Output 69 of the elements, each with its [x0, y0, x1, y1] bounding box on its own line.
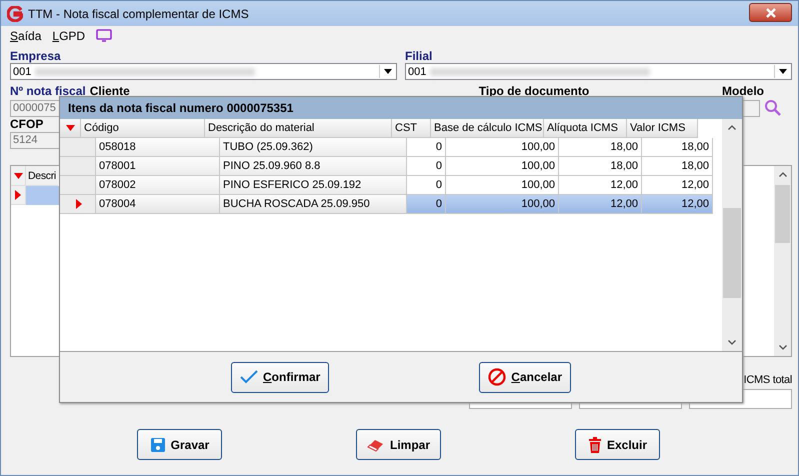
table-cell: 18,00: [642, 138, 713, 157]
sort-indicator-icon: [60, 119, 81, 138]
table-cell: 12,00: [559, 176, 642, 195]
close-button[interactable]: [749, 3, 792, 22]
field-label: Filial: [405, 49, 434, 63]
checkmark-icon: [240, 370, 258, 384]
scroll-down-icon[interactable]: [778, 345, 786, 350]
action-button[interactable]: Gravar: [137, 429, 222, 460]
table-cell: 100,00: [446, 176, 559, 195]
scroll-up-icon[interactable]: [728, 125, 736, 130]
window-title: TTM - Nota fiscal complementar de ICMS: [28, 6, 250, 20]
table-cell: PINO 25.09.960 8.8: [220, 157, 407, 176]
field-label: Empresa: [10, 49, 62, 63]
scroll-up-icon[interactable]: [778, 172, 786, 177]
monitor-icon[interactable]: [96, 29, 112, 43]
field-label: Modelo: [722, 84, 764, 98]
column-header[interactable]: Código: [81, 119, 205, 138]
table-cell: 058018: [96, 138, 220, 157]
table-cell: 0: [407, 195, 446, 214]
table-cell: 0: [407, 138, 446, 157]
field-label: ICMS total: [744, 373, 792, 387]
action-button[interactable]: Limpar: [356, 429, 441, 460]
table-cell: 100,00: [446, 157, 559, 176]
table-cell: 12,00: [642, 176, 713, 195]
column-header[interactable]: Alíquota ICMS: [544, 119, 627, 138]
dialog-title: Itens da nota fiscal numero 0000075351: [60, 97, 742, 119]
dropdown[interactable]: 001: [10, 63, 397, 80]
search-icon[interactable]: [764, 99, 782, 117]
action-button[interactable]: Confirmar: [231, 362, 330, 392]
scrollbar[interactable]: [774, 166, 791, 356]
column-header[interactable]: Valor ICMS: [627, 119, 698, 138]
action-button[interactable]: Excluir: [575, 429, 660, 460]
table-cell: 12,00: [642, 195, 713, 214]
action-button[interactable]: Cancelar: [479, 362, 571, 392]
column-header[interactable]: Base de cálculo ICMS: [431, 119, 544, 138]
prohibited-icon: [488, 368, 506, 386]
column-header[interactable]: Descrição do material: [205, 119, 392, 138]
column-header[interactable]: Descri: [26, 166, 58, 186]
menu-item[interactable]: Saída: [10, 29, 42, 43]
table-cell: 18,00: [559, 138, 642, 157]
field-label: CFOP: [10, 117, 44, 131]
table-cell: 18,00: [559, 157, 642, 176]
table-cell: BUCHA ROSCADA 25.09.950: [220, 195, 407, 214]
scrollbar[interactable]: [722, 119, 742, 351]
table-cell: PINO ESFERICO 25.09.192: [220, 176, 407, 195]
table-cell: 0: [407, 157, 446, 176]
trash-icon: [588, 436, 602, 452]
dropdown-arrow-icon: [774, 65, 790, 78]
table-cell: 078004: [96, 195, 220, 214]
table-cell: 18,00: [642, 157, 713, 176]
field-label: Tipo de documento: [478, 84, 590, 98]
column-header[interactable]: CST: [392, 119, 431, 138]
close-icon[interactable]: [764, 8, 778, 18]
table-cell: 100,00: [446, 138, 559, 157]
sort-indicator-icon: [11, 166, 26, 186]
table-cell: 078001: [96, 157, 220, 176]
field-label: Nº nota fiscal: [10, 84, 86, 98]
dropdown[interactable]: 001: [405, 63, 792, 80]
table-cell: TUBO (25.09.362): [220, 138, 407, 157]
menu-item[interactable]: LGPD: [52, 29, 86, 43]
table-cell: 100,00: [446, 195, 559, 214]
scroll-down-icon[interactable]: [728, 340, 736, 345]
eraser-icon: [366, 438, 385, 452]
table-cell: 0: [407, 176, 446, 195]
table-cell: 078002: [96, 176, 220, 195]
dropdown-arrow-icon: [379, 65, 395, 78]
field-label: Cliente: [90, 84, 130, 98]
table-cell: 12,00: [559, 195, 642, 214]
app-logo-icon: [7, 6, 23, 22]
